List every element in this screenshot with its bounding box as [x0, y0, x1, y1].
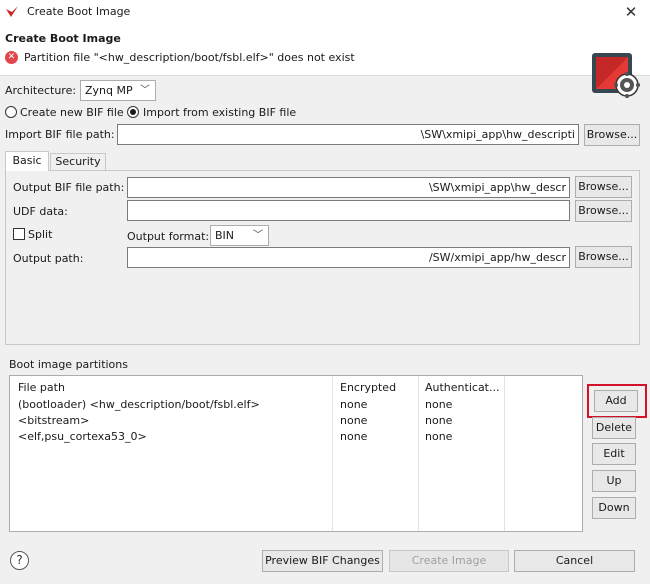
output-format-label: Output format: [127, 230, 210, 243]
header-title: Create Boot Image [5, 32, 121, 45]
output-bif-path-label: Output BIF file path: [13, 181, 125, 194]
split-label: Split [28, 228, 53, 241]
architecture-select[interactable]: Zynq MP ﹀ [80, 80, 156, 101]
error-icon: ✕ [5, 51, 18, 64]
output-bif-path-input[interactable]: \SW\xmipi_app\hw_descr [127, 177, 570, 198]
row-file-path: (bootloader) <hw_description/boot/fsbl.e… [18, 398, 260, 411]
help-icon[interactable]: ? [10, 551, 29, 570]
architecture-label: Architecture: [5, 84, 77, 97]
preview-bif-changes-button[interactable]: Preview BIF Changes [262, 550, 383, 572]
title-bar: Create Boot Image ✕ [0, 0, 650, 24]
tab-security[interactable]: Security [50, 153, 106, 170]
column-header-authenticated[interactable]: Authenticat... [425, 381, 499, 394]
create-new-bif-radio[interactable] [5, 106, 17, 118]
row-encrypted: none [340, 398, 368, 411]
cancel-button[interactable]: Cancel [514, 550, 635, 572]
create-boot-image-dialog: Create Boot Image ✕ Create Boot Image ✕ … [0, 0, 650, 584]
import-bif-path-label: Import BIF file path: [5, 128, 115, 141]
column-divider [332, 376, 333, 531]
row-file-path: <bitstream> [18, 414, 90, 427]
row-encrypted: none [340, 414, 368, 427]
tab-basic[interactable]: Basic [5, 151, 49, 171]
delete-partition-button[interactable]: Delete [592, 417, 636, 439]
partitions-label: Boot image partitions [9, 358, 128, 371]
close-icon[interactable]: ✕ [622, 3, 640, 21]
chevron-down-icon: ﹀ [253, 230, 263, 241]
row-file-path: <elf,psu_cortexa53_0> [18, 430, 147, 443]
output-format-value: BIN [215, 229, 235, 242]
window-title: Create Boot Image [27, 5, 131, 18]
edit-partition-button[interactable]: Edit [592, 443, 636, 465]
partitions-table: File path Encrypted Authenticat... (boot… [9, 375, 583, 532]
dialog-header: Create Boot Image ✕ Partition file "<hw_… [0, 24, 650, 98]
app-logo-icon [6, 6, 18, 17]
output-format-select[interactable]: BIN ﹀ [210, 225, 269, 246]
row-authenticated: none [425, 414, 453, 427]
column-header-encrypted[interactable]: Encrypted [340, 381, 396, 394]
column-divider [418, 376, 419, 531]
output-path-label: Output path: [13, 252, 84, 265]
create-image-button[interactable]: Create Image [389, 550, 509, 572]
architecture-value: Zynq MP [85, 84, 133, 97]
udf-data-label: UDF data: [13, 205, 68, 218]
create-new-bif-label: Create new BIF file [20, 106, 124, 119]
output-path-browse-button[interactable]: Browse... [575, 246, 632, 268]
chevron-down-icon: ﹀ [140, 85, 150, 96]
udf-data-input[interactable] [127, 200, 570, 221]
output-path-input[interactable]: /SW/xmipi_app/hw_descr [127, 247, 570, 268]
import-bif-radio[interactable] [127, 106, 139, 118]
row-authenticated: none [425, 430, 453, 443]
error-message: Partition file "<hw_description/boot/fsb… [24, 51, 355, 64]
move-up-button[interactable]: Up [592, 470, 636, 492]
output-bif-browse-button[interactable]: Browse... [575, 176, 632, 198]
import-bif-path-input[interactable]: \SW\xmipi_app\hw_descripti [117, 124, 579, 145]
row-encrypted: none [340, 430, 368, 443]
udf-data-browse-button[interactable]: Browse... [575, 200, 632, 222]
row-authenticated: none [425, 398, 453, 411]
move-down-button[interactable]: Down [592, 497, 636, 519]
gear-image-icon [592, 53, 640, 98]
import-bif-label: Import from existing BIF file [143, 106, 297, 119]
import-bif-browse-button[interactable]: Browse... [584, 124, 640, 146]
split-checkbox[interactable] [13, 228, 25, 240]
column-header-file-path[interactable]: File path [18, 381, 65, 394]
column-divider [504, 376, 505, 531]
add-button-highlight [587, 384, 647, 418]
